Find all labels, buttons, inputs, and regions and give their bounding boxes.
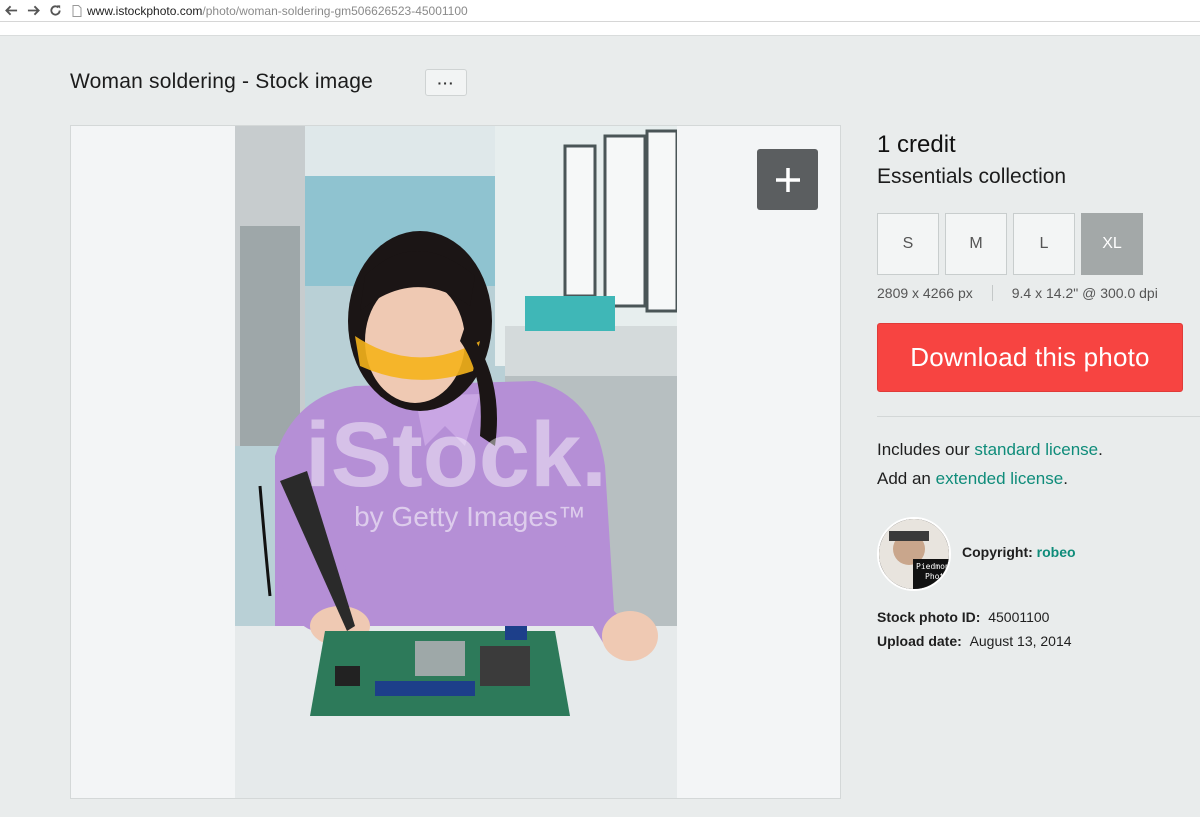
collection-name: Essentials collection [877, 165, 1067, 188]
extended-prefix: Add an [877, 469, 936, 488]
avatar-logo-text: Piedmont [916, 562, 951, 571]
photo-viewer: iStock. by Getty Images™ [70, 125, 841, 799]
size-option-s[interactable]: S [877, 213, 939, 275]
contributor-link[interactable]: robeo [1037, 544, 1076, 560]
back-arrow-icon[interactable] [0, 1, 22, 21]
reload-icon[interactable] [44, 1, 66, 21]
upload-date-row: Upload date: August 13, 2014 [877, 633, 1072, 649]
download-button[interactable]: Download this photo [877, 323, 1183, 392]
watermark-logo: iStock. [305, 404, 607, 506]
pixel-dimensions: 2809 x 4266 px [877, 285, 973, 301]
avatar-logo-text-2: Photo [925, 572, 949, 581]
plus-icon [775, 167, 800, 192]
standard-license-line: Includes our standard license. [877, 440, 1103, 460]
size-selector: S M L XL [877, 213, 1143, 275]
standard-license-link[interactable]: standard license [974, 440, 1098, 459]
extended-suffix: . [1063, 469, 1068, 488]
upload-date-value: August 13, 2014 [969, 633, 1072, 649]
url-host: www.istockphoto.com [87, 3, 203, 18]
forward-arrow-icon[interactable] [22, 1, 44, 21]
watermark-tagline: by Getty Images™ [354, 501, 586, 532]
size-option-m[interactable]: M [945, 213, 1007, 275]
section-divider [877, 416, 1200, 417]
stock-id-label: Stock photo ID: [877, 609, 981, 625]
add-to-board-button[interactable] [757, 149, 818, 210]
size-option-l[interactable]: L [1013, 213, 1075, 275]
copyright-line: Copyright: robeo [962, 544, 1076, 560]
stock-id-value: 45001100 [988, 609, 1050, 625]
license-prefix: Includes our [877, 440, 975, 459]
size-dimensions: 2809 x 4266 px 9.4 x 14.2" @ 300.0 dpi [877, 285, 1158, 301]
dimension-divider [991, 285, 993, 301]
print-dimensions: 9.4 x 14.2" @ 300.0 dpi [1011, 285, 1158, 301]
stock-photo[interactable]: iStock. by Getty Images™ [235, 126, 677, 798]
page-title: Woman soldering - Stock image [70, 70, 374, 93]
upload-date-label: Upload date: [877, 633, 962, 649]
site-header-strip [0, 22, 1200, 36]
size-option-xl[interactable]: XL [1081, 213, 1143, 275]
address-bar[interactable]: www.istockphoto.com/photo/woman-solderin… [87, 4, 468, 18]
page-icon [70, 1, 84, 21]
extended-license-line: Add an extended license. [877, 469, 1068, 489]
extended-license-link[interactable]: extended license [936, 469, 1064, 488]
copyright-label: Copyright: [962, 544, 1033, 560]
price-credits: 1 credit [877, 131, 956, 158]
browser-toolbar: www.istockphoto.com/photo/woman-solderin… [0, 0, 1200, 22]
more-options-button[interactable]: ··· [425, 69, 467, 96]
stock-id-row: Stock photo ID: 45001100 [877, 609, 1049, 625]
contributor-avatar[interactable]: Piedmont Photo [877, 517, 951, 591]
license-suffix: . [1098, 440, 1103, 459]
url-path: /photo/woman-soldering-gm506626523-45001… [202, 3, 468, 18]
photo-illustration: iStock. by Getty Images™ [235, 126, 677, 798]
